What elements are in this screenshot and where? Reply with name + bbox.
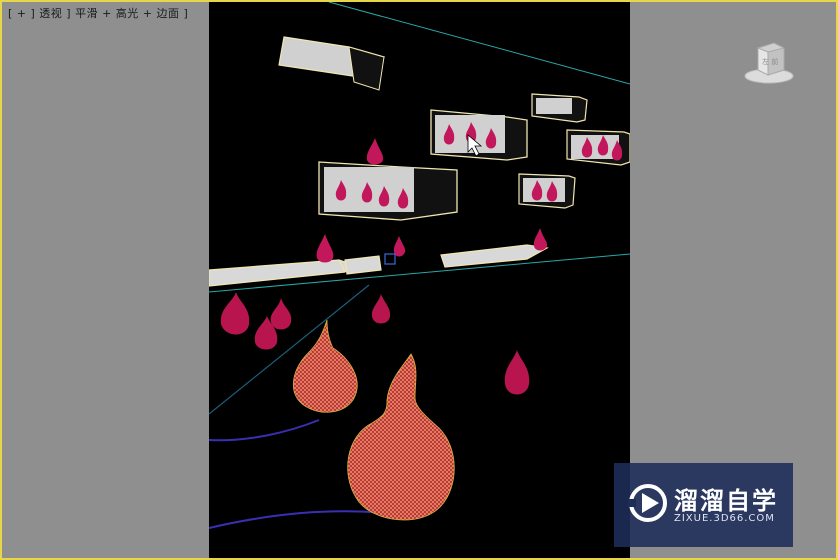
frame-box-large-left[interactable]	[318, 161, 458, 221]
vase-wireframe-large[interactable]	[347, 353, 455, 521]
frame-box-top-right[interactable]	[531, 93, 588, 123]
scene-render[interactable]	[209, 2, 630, 558]
viewport-label-menu[interactable]: [ + ] 透视 ] 平滑 + 高光 + 边面 ]	[8, 5, 188, 21]
vase-small-right[interactable]	[504, 350, 530, 395]
watermark-url: ZIXUE.3D66.COM	[674, 513, 775, 524]
vase-wireframe-medium[interactable]	[292, 319, 358, 413]
spline-curve-1	[209, 419, 320, 442]
watermark-title: 溜溜自学	[674, 487, 778, 515]
frame-box-top-left[interactable]	[278, 36, 386, 91]
flame-drop[interactable]	[366, 138, 384, 165]
shelf-middle-small[interactable]	[344, 255, 382, 275]
selection-gizmo[interactable]	[384, 253, 396, 265]
spline-curve-2	[209, 510, 400, 529]
flame-drop[interactable]	[316, 234, 334, 263]
viewcube-icon[interactable]: 左 前	[744, 40, 794, 88]
frame-box-right[interactable]	[566, 129, 630, 166]
frame-box-center[interactable]	[430, 109, 528, 161]
vase-small-cluster[interactable]	[220, 292, 391, 350]
shelf-right[interactable]	[440, 244, 549, 268]
watermark-badge: 溜溜自学 ZIXUE.3D66.COM	[614, 463, 793, 547]
viewcube-face-label: 左 前	[762, 57, 778, 66]
flame-drop[interactable]	[533, 228, 548, 251]
frame-box-mid-right[interactable]	[518, 173, 576, 209]
play-logo-icon	[628, 481, 668, 529]
perspective-viewport[interactable]: [ + ] 透视 ] 平滑 + 高光 + 边面 ] 左 前 溜溜自学 ZIXUE…	[0, 0, 838, 560]
shelf-left[interactable]	[209, 259, 352, 287]
